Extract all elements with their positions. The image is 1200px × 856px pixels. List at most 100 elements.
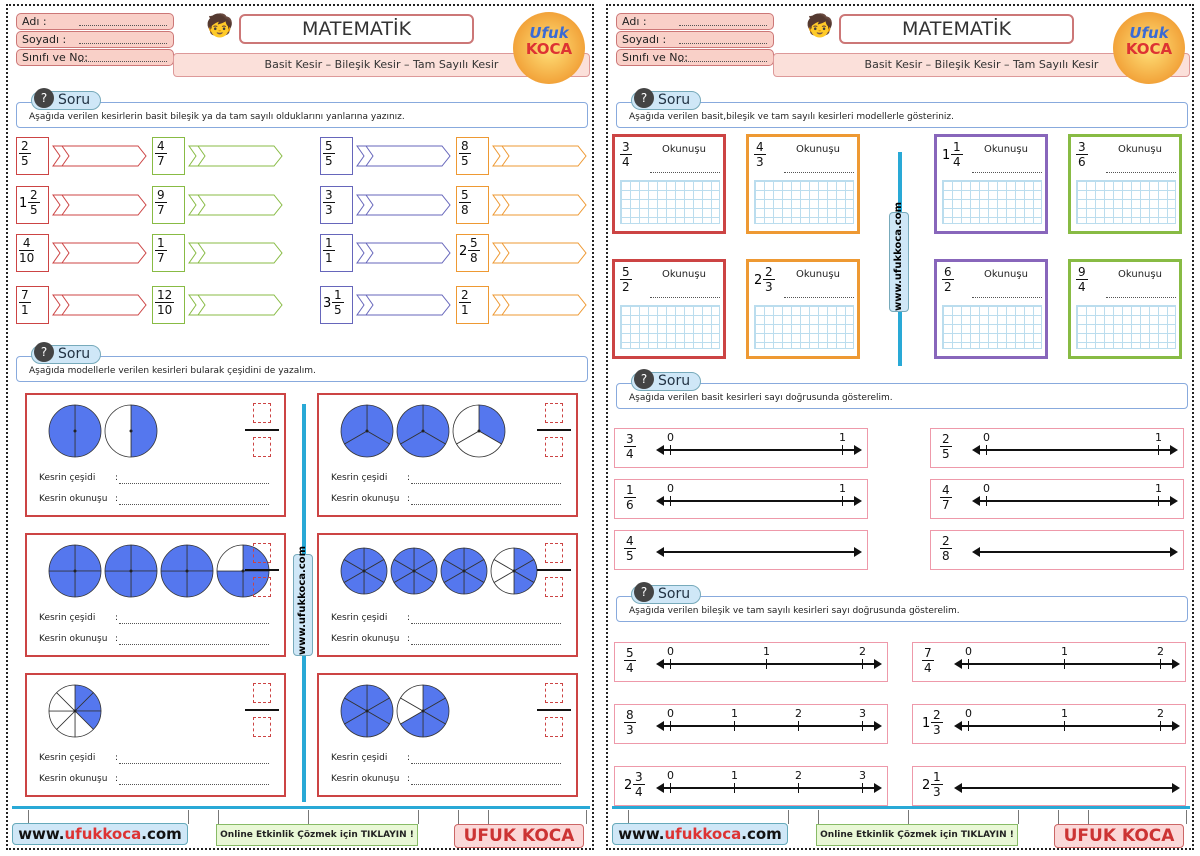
reading-answer-line[interactable]: [411, 644, 561, 645]
reading-answer-line[interactable]: [411, 784, 561, 785]
numerator-answer-box[interactable]: [253, 543, 271, 563]
fraction-value: 62: [942, 265, 954, 294]
answer-arrow-field[interactable]: [492, 293, 588, 317]
drawing-grid[interactable]: [942, 180, 1042, 224]
numerator: 12: [155, 288, 175, 303]
tick-mark: [670, 659, 671, 669]
arrow-left: [972, 445, 980, 455]
name-field[interactable]: Soyadı :: [616, 31, 774, 48]
name-field[interactable]: Adı :: [616, 13, 774, 30]
kind-answer-line[interactable]: [119, 623, 269, 624]
whole-number: 2: [459, 244, 468, 259]
numerator-answer-box[interactable]: [545, 683, 563, 703]
online-activity-button[interactable]: Online Etkinlik Çözmek için TIKLAYIN !: [816, 824, 1018, 846]
answer-arrow-field[interactable]: [52, 241, 148, 265]
drawing-grid[interactable]: [620, 180, 720, 224]
reading-answer-line[interactable]: [784, 172, 854, 173]
website-link[interactable]: www.ufukkoca.com: [612, 823, 788, 845]
answer-arrow-field[interactable]: [188, 144, 284, 168]
answer-arrow-field[interactable]: [356, 293, 452, 317]
denominator-answer-box[interactable]: [253, 437, 271, 457]
model-panel: Kesrin çeşidi: Kesrin okunuşu:: [317, 393, 578, 517]
reading-answer-line[interactable]: [650, 172, 720, 173]
reading-answer-line[interactable]: [972, 297, 1042, 298]
answer-arrow-field[interactable]: [356, 193, 452, 217]
model-panel: Kesrin çeşidi: Kesrin okunuşu:: [317, 673, 578, 797]
reading-answer-line[interactable]: [119, 784, 269, 785]
kind-answer-line[interactable]: [119, 763, 269, 764]
arrow-outline: [52, 242, 147, 264]
reading-label: Okunuşu: [1118, 144, 1162, 155]
tick-mark: [670, 445, 671, 455]
brand-button[interactable]: UFUK KOCA: [1054, 824, 1184, 848]
name-field[interactable]: Adı :: [16, 13, 174, 30]
reading-answer-line[interactable]: [972, 172, 1042, 173]
hanger-line: [1186, 810, 1187, 824]
numerator: 1: [951, 140, 963, 155]
numerator-answer-box[interactable]: [545, 403, 563, 423]
answer-arrow-field[interactable]: [188, 241, 284, 265]
denominator-answer-box[interactable]: [253, 577, 271, 597]
answer-arrow-field[interactable]: [492, 193, 588, 217]
numerator: 1: [155, 236, 167, 251]
question-box: ? Soru Aşağıda verilen basit,bileşik ve ta…: [616, 88, 1188, 128]
answer-arrow-field[interactable]: [188, 293, 284, 317]
question-tag-label: Soru: [658, 92, 691, 108]
numerator: 4: [155, 139, 167, 154]
reading-answer-line[interactable]: [784, 297, 854, 298]
name-field[interactable]: Sınıfı ve No:: [616, 49, 774, 66]
hanger-line: [308, 810, 309, 824]
drawing-grid[interactable]: [942, 305, 1042, 349]
answer-arrow-field[interactable]: [52, 144, 148, 168]
arrow-left: [954, 783, 962, 793]
reading-answer-line[interactable]: [119, 644, 269, 645]
drawing-grid[interactable]: [620, 305, 720, 349]
name-field[interactable]: Sınıfı ve No:: [16, 49, 174, 66]
reading-label: Okunuşu: [662, 144, 706, 155]
answer-arrow-field[interactable]: [188, 193, 284, 217]
answer-arrow-field[interactable]: [492, 144, 588, 168]
numerator-answer-box[interactable]: [545, 543, 563, 563]
drawing-grid[interactable]: [754, 180, 854, 224]
denominator-answer-box[interactable]: [545, 577, 563, 597]
tick-mark: [862, 659, 863, 669]
reading-answer-line[interactable]: [1106, 172, 1176, 173]
answer-arrow-field[interactable]: [356, 144, 452, 168]
drawing-grid[interactable]: [754, 305, 854, 349]
kind-answer-line[interactable]: [411, 483, 561, 484]
colon: :: [407, 473, 411, 483]
brand-button[interactable]: UFUK KOCA: [454, 824, 584, 848]
fraction-value: 54: [624, 646, 636, 675]
answer-arrow-field[interactable]: [52, 293, 148, 317]
pie-slice: [104, 570, 132, 598]
pie-slice: [160, 570, 188, 598]
colon: :: [115, 634, 119, 644]
kind-answer-line[interactable]: [119, 483, 269, 484]
answer-arrow-field[interactable]: [356, 241, 452, 265]
answer-arrow-field[interactable]: [492, 241, 588, 265]
reading-answer-line[interactable]: [411, 504, 561, 505]
denominator: 3: [325, 203, 333, 217]
kind-answer-line[interactable]: [411, 623, 561, 624]
kind-answer-line[interactable]: [411, 763, 561, 764]
numerator-answer-box[interactable]: [253, 683, 271, 703]
denominator-answer-box[interactable]: [545, 437, 563, 457]
online-activity-button[interactable]: Online Etkinlik Çözmek için TIKLAYIN !: [216, 824, 418, 846]
numerator-answer-box[interactable]: [253, 403, 271, 423]
number-line-axis: [978, 551, 1172, 553]
answer-arrow-field[interactable]: [52, 193, 148, 217]
reading-answer-line[interactable]: [650, 297, 720, 298]
reading-answer-line[interactable]: [119, 504, 269, 505]
drawing-grid[interactable]: [1076, 305, 1176, 349]
arrow-outline: [492, 194, 587, 216]
website-link[interactable]: www.ufukkoca.com: [12, 823, 188, 845]
denominator: 4: [626, 661, 634, 675]
dotted-line: [679, 25, 767, 26]
pie-center: [421, 709, 425, 713]
denominator-answer-box[interactable]: [545, 717, 563, 737]
denominator-answer-box[interactable]: [253, 717, 271, 737]
name-field[interactable]: Soyadı :: [16, 31, 174, 48]
arrow-outline: [188, 194, 283, 216]
drawing-grid[interactable]: [1076, 180, 1176, 224]
reading-answer-line[interactable]: [1106, 297, 1176, 298]
